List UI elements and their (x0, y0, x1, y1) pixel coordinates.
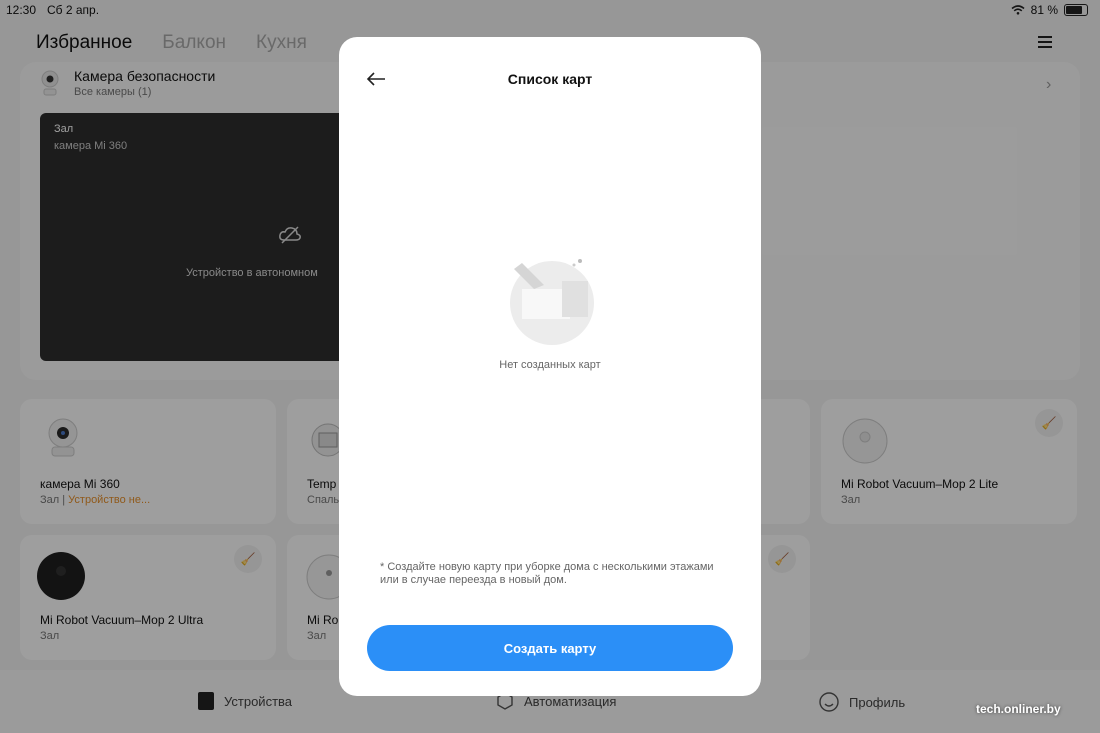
dialog-title: Список карт (507, 71, 593, 87)
create-map-button[interactable]: Создать карту (367, 625, 733, 671)
watermark: tech.onliner.by (976, 702, 1061, 716)
empty-state-text: Нет созданных карт (499, 359, 601, 371)
dialog-note: * Создайте новую карту при уборке дома с… (380, 561, 714, 586)
map-list-dialog: Список карт Нет созданных карт * Создайт… (339, 37, 761, 696)
empty-box-icon (510, 259, 594, 345)
